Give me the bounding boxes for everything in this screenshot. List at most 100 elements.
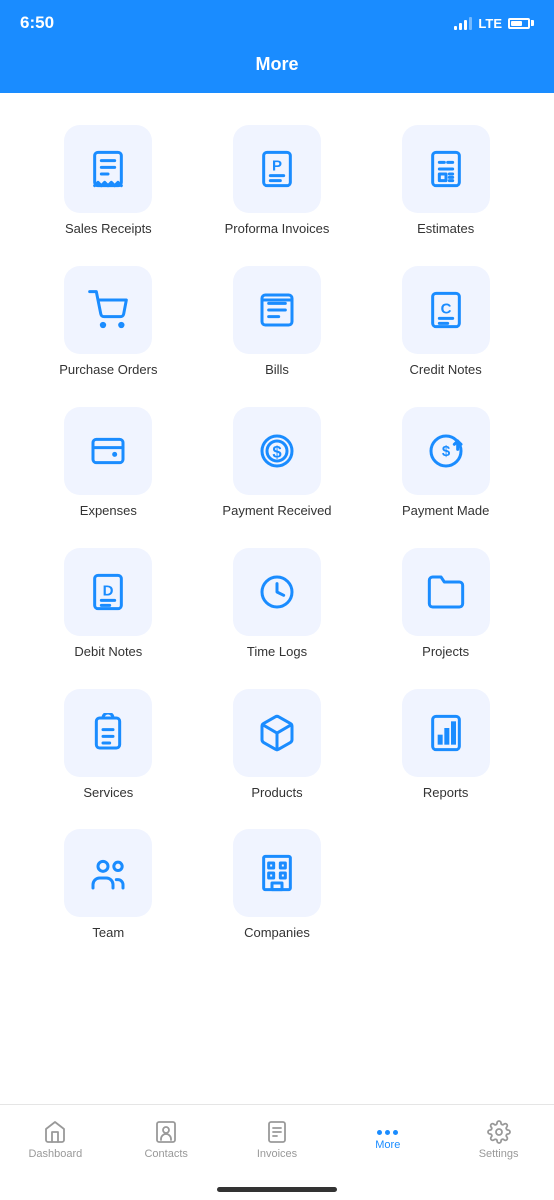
grid-item-payment-made[interactable]: $ Payment Made — [361, 395, 530, 536]
payment-received-icon-box: $ — [233, 407, 321, 495]
payment-made-label: Payment Made — [402, 503, 489, 520]
bills-label: Bills — [265, 362, 289, 379]
nav-contacts-label: Contacts — [144, 1148, 187, 1160]
header-title: More — [255, 54, 298, 74]
expenses-icon-box — [64, 407, 152, 495]
svg-text:$: $ — [272, 442, 282, 461]
clock-icon — [257, 572, 297, 612]
companies-icon — [257, 853, 297, 893]
lte-label: LTE — [478, 16, 502, 31]
sales-receipts-icon-box — [64, 125, 152, 213]
estimates-icon-box — [402, 125, 490, 213]
paymade-icon: $ — [426, 431, 466, 471]
folder-icon — [426, 572, 466, 612]
menu-grid: Sales Receipts P Proforma Invoices — [24, 113, 530, 958]
grid-item-sales-receipts[interactable]: Sales Receipts — [24, 113, 193, 254]
invoices-icon — [265, 1120, 289, 1144]
nav-invoices-label: Invoices — [257, 1148, 297, 1160]
nav-item-more[interactable]: More — [332, 1105, 443, 1167]
nav-item-invoices[interactable]: Invoices — [222, 1105, 333, 1167]
svg-text:D: D — [103, 582, 114, 599]
products-label: Products — [251, 785, 302, 802]
box-icon — [257, 713, 297, 753]
team-icon-box — [64, 829, 152, 917]
estimates-icon — [426, 149, 466, 189]
reports-label: Reports — [423, 785, 469, 802]
grid-item-services[interactable]: Services — [24, 677, 193, 818]
services-icon-box — [64, 689, 152, 777]
payment-received-label: Payment Received — [222, 503, 331, 520]
proforma-invoices-icon-box: P — [233, 125, 321, 213]
clipboard-icon — [88, 713, 128, 753]
grid-item-proforma-invoices[interactable]: P Proforma Invoices — [193, 113, 362, 254]
cart-icon — [88, 290, 128, 330]
wallet-icon — [88, 431, 128, 471]
time-logs-icon-box — [233, 548, 321, 636]
credit-notes-icon-box: C — [402, 266, 490, 354]
creditnotes-icon: C — [426, 290, 466, 330]
grid-item-time-logs[interactable]: Time Logs — [193, 536, 362, 677]
status-bar: 6:50 LTE — [0, 0, 554, 44]
estimates-label: Estimates — [417, 221, 474, 238]
more-dots-icon — [377, 1130, 398, 1135]
grid-item-projects[interactable]: Projects — [361, 536, 530, 677]
purchase-orders-icon-box — [64, 266, 152, 354]
reports-icon-box — [402, 689, 490, 777]
svg-text:$: $ — [441, 443, 450, 460]
grid-item-bills[interactable]: Bills — [193, 254, 362, 395]
payreceived-icon: $ — [257, 431, 297, 471]
svg-text:P: P — [272, 158, 282, 175]
nav-more-label: More — [375, 1139, 400, 1151]
grid-item-products[interactable]: Products — [193, 677, 362, 818]
debitnotes-icon: D — [88, 572, 128, 612]
grid-item-companies[interactable]: Companies — [193, 817, 362, 958]
proforma-invoices-label: Proforma Invoices — [225, 221, 330, 238]
debit-notes-label: Debit Notes — [74, 644, 142, 661]
settings-icon — [487, 1120, 511, 1144]
grid-item-expenses[interactable]: Expenses — [24, 395, 193, 536]
grid-item-estimates[interactable]: Estimates — [361, 113, 530, 254]
grid-item-purchase-orders[interactable]: Purchase Orders — [24, 254, 193, 395]
status-icons: LTE — [454, 16, 534, 31]
nav-item-contacts[interactable]: Contacts — [111, 1105, 222, 1167]
companies-label: Companies — [244, 925, 310, 942]
nav-settings-label: Settings — [479, 1148, 519, 1160]
sales-receipts-label: Sales Receipts — [65, 221, 152, 238]
bills-icon — [257, 290, 297, 330]
nav-dashboard-label: Dashboard — [28, 1148, 82, 1160]
services-label: Services — [83, 785, 133, 802]
main-content: Sales Receipts P Proforma Invoices — [0, 93, 554, 1104]
projects-label: Projects — [422, 644, 469, 661]
bottom-nav: Dashboard Contacts Invoices More Setting… — [0, 1104, 554, 1187]
battery-icon — [508, 18, 534, 29]
nav-item-dashboard[interactable]: Dashboard — [0, 1105, 111, 1167]
grid-item-payment-received[interactable]: $ Payment Received — [193, 395, 362, 536]
grid-item-team[interactable]: Team — [24, 817, 193, 958]
status-time: 6:50 — [20, 13, 54, 33]
time-logs-label: Time Logs — [247, 644, 307, 661]
svg-text:C: C — [440, 300, 451, 317]
header: More — [0, 44, 554, 93]
debit-notes-icon-box: D — [64, 548, 152, 636]
purchase-orders-label: Purchase Orders — [59, 362, 157, 379]
projects-icon-box — [402, 548, 490, 636]
home-bar — [217, 1187, 337, 1192]
payment-made-icon-box: $ — [402, 407, 490, 495]
home-indicator — [0, 1187, 554, 1200]
proforma-icon: P — [257, 149, 297, 189]
nav-item-settings[interactable]: Settings — [443, 1105, 554, 1167]
team-icon — [88, 853, 128, 893]
grid-item-credit-notes[interactable]: C Credit Notes — [361, 254, 530, 395]
barchart-icon — [426, 713, 466, 753]
expenses-label: Expenses — [80, 503, 137, 520]
grid-item-debit-notes[interactable]: D Debit Notes — [24, 536, 193, 677]
home-icon — [43, 1120, 67, 1144]
grid-item-reports[interactable]: Reports — [361, 677, 530, 818]
companies-icon-box — [233, 829, 321, 917]
products-icon-box — [233, 689, 321, 777]
bills-icon-box — [233, 266, 321, 354]
contacts-icon — [154, 1120, 178, 1144]
signal-icon — [454, 17, 472, 30]
receipt-icon — [88, 149, 128, 189]
credit-notes-label: Credit Notes — [410, 362, 482, 379]
